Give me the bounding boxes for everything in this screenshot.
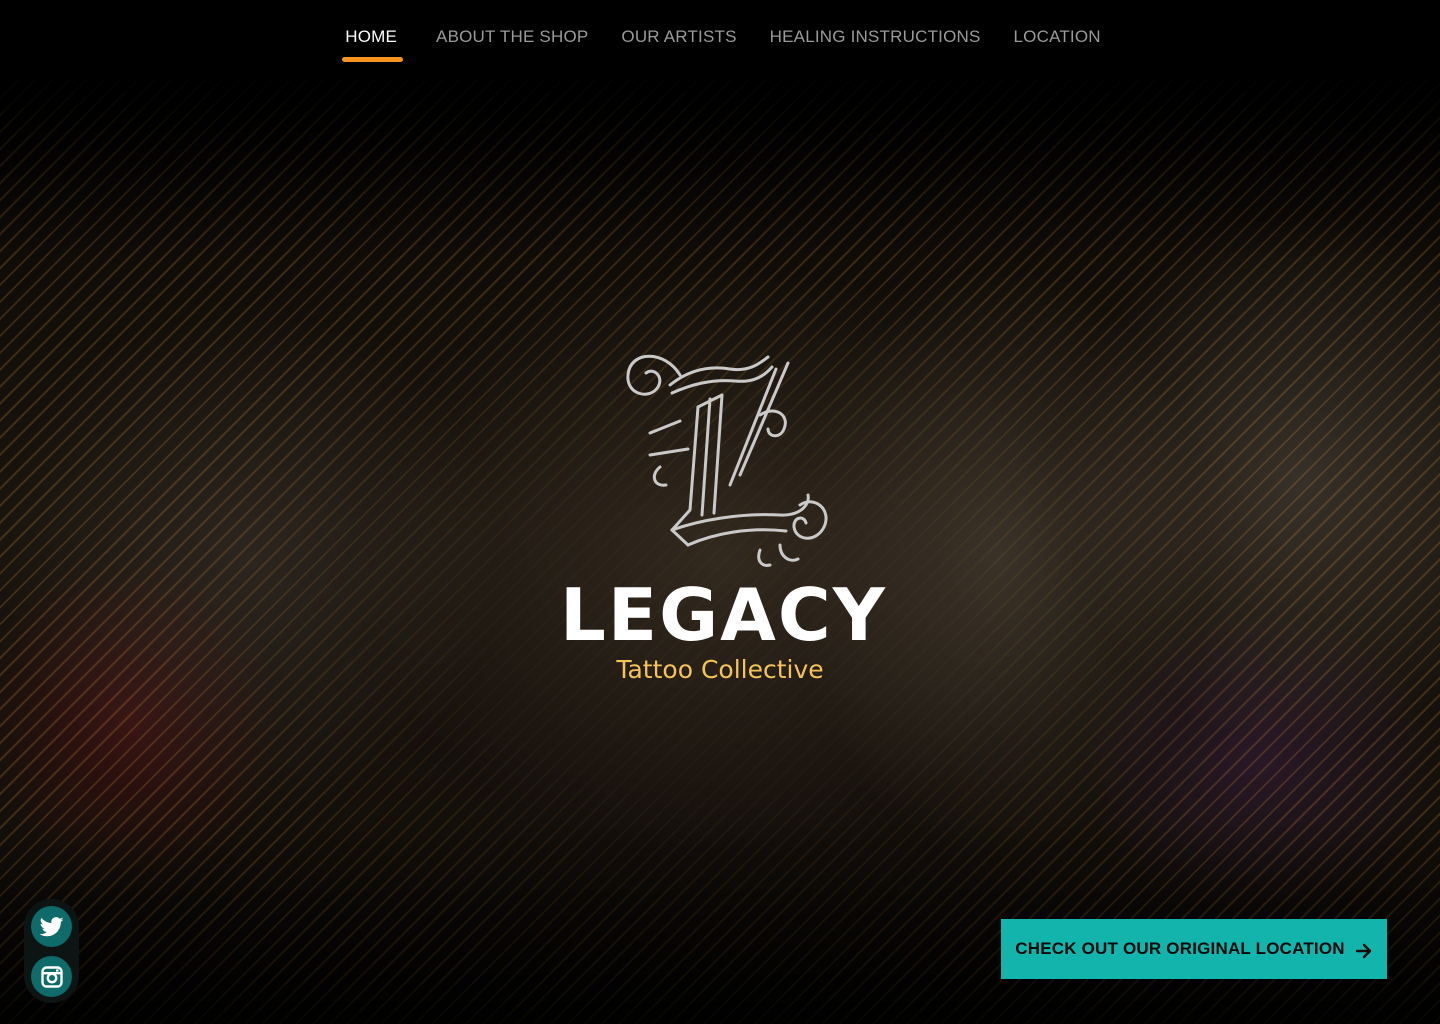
arrow-right-icon (1355, 943, 1373, 959)
page: HOME ABOUT THE SHOP OUR ARTISTS HEALING … (0, 0, 1440, 1024)
nav-item-label: LOCATION (1013, 27, 1101, 46)
nav-item-label: OUR ARTISTS (621, 27, 737, 46)
ornate-l-logo-icon (626, 354, 828, 567)
active-nav-indicator (342, 57, 404, 62)
twitter-icon (39, 916, 63, 936)
brand-name: LEGACY (560, 573, 887, 657)
cta-label: CHECK OUT OUR ORIGINAL LOCATION (1015, 939, 1345, 958)
instagram-icon (40, 965, 63, 988)
twitter-link[interactable] (31, 906, 72, 947)
main-navigation: HOME ABOUT THE SHOP OUR ARTISTS HEALING … (0, 0, 1440, 80)
brand-tagline: Tattoo Collective (616, 655, 824, 684)
nav-item-home[interactable]: HOME (342, 27, 404, 62)
nav-item-label: HEALING INSTRUCTIONS (769, 27, 981, 46)
nav-item-label: ABOUT THE SHOP (436, 27, 589, 46)
nav-item-healing-instructions[interactable]: HEALING INSTRUCTIONS (770, 27, 981, 57)
original-location-button[interactable]: CHECK OUT OUR ORIGINAL LOCATION (1001, 919, 1387, 979)
nav-item-our-artists[interactable]: OUR ARTISTS (621, 27, 736, 57)
nav-item-about-the-shop[interactable]: ABOUT THE SHOP (436, 27, 588, 57)
instagram-link[interactable] (31, 956, 72, 997)
nav-list: HOME ABOUT THE SHOP OUR ARTISTS HEALING … (342, 27, 1101, 62)
legacy-logo: LEGACY Tattoo Collective (560, 345, 887, 695)
nav-item-location[interactable]: LOCATION (1014, 27, 1101, 57)
social-links (24, 899, 79, 1003)
nav-item-label: HOME (345, 27, 398, 46)
